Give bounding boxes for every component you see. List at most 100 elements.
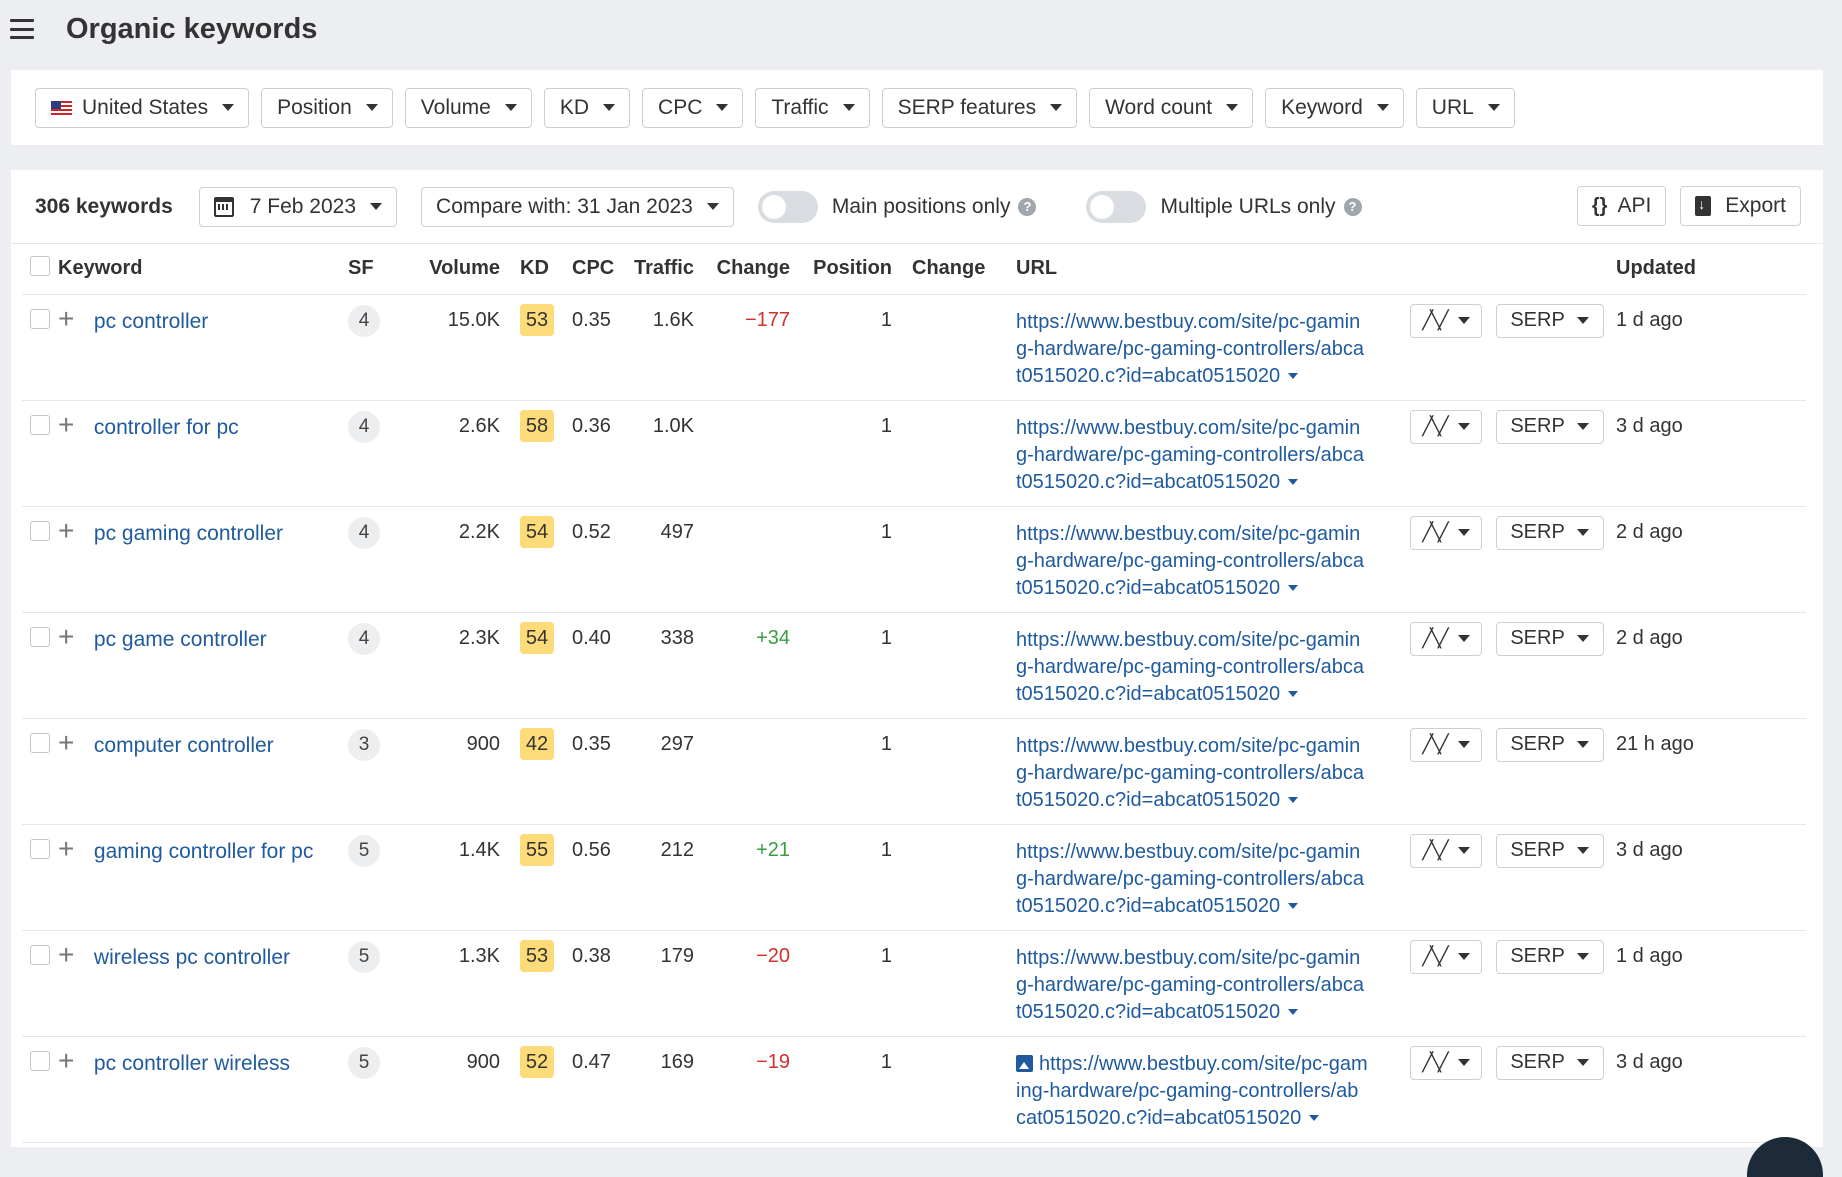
main-positions-toggle[interactable] <box>757 190 818 223</box>
keyword-link[interactable]: pc controller <box>94 310 208 333</box>
col-traffic[interactable]: Traffic <box>626 244 694 295</box>
sf-badge[interactable]: 4 <box>348 516 380 549</box>
col-cpc[interactable]: CPC <box>556 244 626 295</box>
sf-badge[interactable]: 4 <box>348 622 380 655</box>
filter-kd-button[interactable]: KD <box>543 87 631 128</box>
url-text: https://www.bestbuy.com/site/pc-gaming-h… <box>1016 628 1364 705</box>
add-keyword-icon[interactable]: + <box>58 727 74 758</box>
filter-serp-features-button[interactable]: SERP features <box>881 87 1078 128</box>
col-position[interactable]: Position <box>790 244 892 295</box>
row-checkbox[interactable] <box>30 1050 50 1071</box>
keyword-link[interactable]: wireless pc controller <box>94 946 290 969</box>
serp-button[interactable]: SERP <box>1495 939 1604 974</box>
chevron-down-icon[interactable] <box>1288 373 1299 380</box>
url-link[interactable]: https://www.bestbuy.com/site/pc-gaming-h… <box>1016 521 1368 602</box>
trend-chart-button[interactable]: ╱╲╱ <box>1410 727 1482 762</box>
traffic-change-cell <box>694 718 790 825</box>
filter-word-count-button[interactable]: Word count <box>1089 87 1254 128</box>
multiple-urls-toggle[interactable] <box>1086 190 1147 223</box>
api-button[interactable]: {} API <box>1576 186 1667 226</box>
hamburger-menu-icon[interactable] <box>10 19 34 39</box>
filter-volume-button[interactable]: Volume <box>404 87 532 128</box>
serp-button[interactable]: SERP <box>1495 303 1604 338</box>
row-checkbox[interactable] <box>30 838 50 859</box>
row-checkbox[interactable] <box>30 520 50 541</box>
add-keyword-icon[interactable]: + <box>58 515 74 546</box>
url-link[interactable]: https://www.bestbuy.com/site/pc-gaming-h… <box>1016 627 1368 708</box>
export-button[interactable]: Export <box>1680 186 1801 226</box>
serp-button[interactable]: SERP <box>1495 409 1604 444</box>
chevron-down-icon[interactable] <box>1288 797 1299 804</box>
col-kd[interactable]: KD <box>500 244 556 295</box>
col-volume[interactable]: Volume <box>400 244 500 295</box>
row-checkbox[interactable] <box>30 944 50 965</box>
serp-button[interactable]: SERP <box>1495 621 1604 656</box>
filter-united-states-button[interactable]: United States <box>35 87 250 128</box>
date-picker-button[interactable]: 7 Feb 2023 <box>198 186 398 227</box>
filter-keyword-button[interactable]: Keyword <box>1265 87 1404 128</box>
url-link[interactable]: https://www.bestbuy.com/site/pc-gaming-h… <box>1016 309 1368 390</box>
add-keyword-icon[interactable]: + <box>58 409 74 440</box>
col-url[interactable]: URL <box>1016 244 1400 295</box>
col-keyword[interactable]: Keyword <box>58 244 348 295</box>
trend-chart-button[interactable]: ╱╲╱ <box>1410 515 1482 550</box>
sf-badge[interactable]: 4 <box>348 304 380 337</box>
add-keyword-icon[interactable]: + <box>58 621 74 652</box>
trend-chart-button[interactable]: ╱╲╱ <box>1410 621 1482 656</box>
sf-badge[interactable]: 5 <box>348 940 380 973</box>
add-keyword-icon[interactable]: + <box>58 303 74 334</box>
url-link[interactable]: https://www.bestbuy.com/site/pc-gaming-h… <box>1016 1051 1368 1132</box>
keyword-link[interactable]: controller for pc <box>94 416 239 439</box>
sf-badge[interactable]: 5 <box>348 1046 380 1079</box>
row-checkbox[interactable] <box>30 308 50 329</box>
chevron-down-icon[interactable] <box>1288 903 1299 910</box>
sf-badge[interactable]: 5 <box>348 834 380 867</box>
trend-chart-button[interactable]: ╱╲╱ <box>1410 833 1482 868</box>
trend-line-icon: ╱╲╱ <box>1422 416 1448 436</box>
url-link[interactable]: https://www.bestbuy.com/site/pc-gaming-h… <box>1016 415 1368 496</box>
filter-cpc-button[interactable]: CPC <box>642 87 744 128</box>
add-keyword-icon[interactable]: + <box>58 833 74 864</box>
sf-badge[interactable]: 4 <box>348 410 380 443</box>
help-icon[interactable]: ? <box>1343 197 1362 216</box>
trend-chart-button[interactable]: ╱╲╱ <box>1410 303 1482 338</box>
row-checkbox[interactable] <box>30 732 50 753</box>
sf-badge[interactable]: 3 <box>348 728 380 761</box>
position-change-cell <box>892 930 1016 1037</box>
trend-chart-button[interactable]: ╱╲╱ <box>1410 939 1482 974</box>
col-position-change[interactable]: Change <box>892 244 1016 295</box>
col-updated[interactable]: Updated <box>1616 244 1806 295</box>
serp-button[interactable]: SERP <box>1495 727 1604 762</box>
keyword-link[interactable]: gaming controller for pc <box>94 840 313 863</box>
chevron-down-icon[interactable] <box>1288 1009 1299 1016</box>
keyword-link[interactable]: pc game controller <box>94 628 267 651</box>
chat-widget-button[interactable] <box>1747 1137 1823 1177</box>
row-checkbox[interactable] <box>30 626 50 647</box>
chevron-down-icon[interactable] <box>1309 1115 1320 1122</box>
add-keyword-icon[interactable]: + <box>58 939 74 970</box>
add-keyword-icon[interactable]: + <box>58 1045 74 1076</box>
serp-button[interactable]: SERP <box>1495 833 1604 868</box>
trend-chart-button[interactable]: ╱╲╱ <box>1410 409 1482 444</box>
col-sf[interactable]: SF <box>348 244 400 295</box>
serp-button[interactable]: SERP <box>1495 1045 1604 1080</box>
serp-button[interactable]: SERP <box>1495 515 1604 550</box>
col-change[interactable]: Change <box>694 244 790 295</box>
url-link[interactable]: https://www.bestbuy.com/site/pc-gaming-h… <box>1016 945 1368 1026</box>
trend-chart-button[interactable]: ╱╲╱ <box>1410 1045 1482 1080</box>
chevron-down-icon[interactable] <box>1288 585 1299 592</box>
keyword-link[interactable]: pc controller wireless <box>94 1052 290 1075</box>
compare-button[interactable]: Compare with: 31 Jan 2023 <box>421 186 734 227</box>
filter-position-button[interactable]: Position <box>261 87 393 128</box>
url-link[interactable]: https://www.bestbuy.com/site/pc-gaming-h… <box>1016 733 1368 814</box>
select-all-checkbox[interactable] <box>30 255 50 276</box>
filter-url-button[interactable]: URL <box>1415 87 1515 128</box>
filter-traffic-button[interactable]: Traffic <box>755 87 870 128</box>
keyword-link[interactable]: computer controller <box>94 734 274 757</box>
url-link[interactable]: https://www.bestbuy.com/site/pc-gaming-h… <box>1016 839 1368 920</box>
row-checkbox[interactable] <box>30 414 50 435</box>
keyword-link[interactable]: pc gaming controller <box>94 522 283 545</box>
chevron-down-icon[interactable] <box>1288 691 1299 698</box>
chevron-down-icon[interactable] <box>1288 479 1299 486</box>
help-icon[interactable]: ? <box>1018 197 1037 216</box>
